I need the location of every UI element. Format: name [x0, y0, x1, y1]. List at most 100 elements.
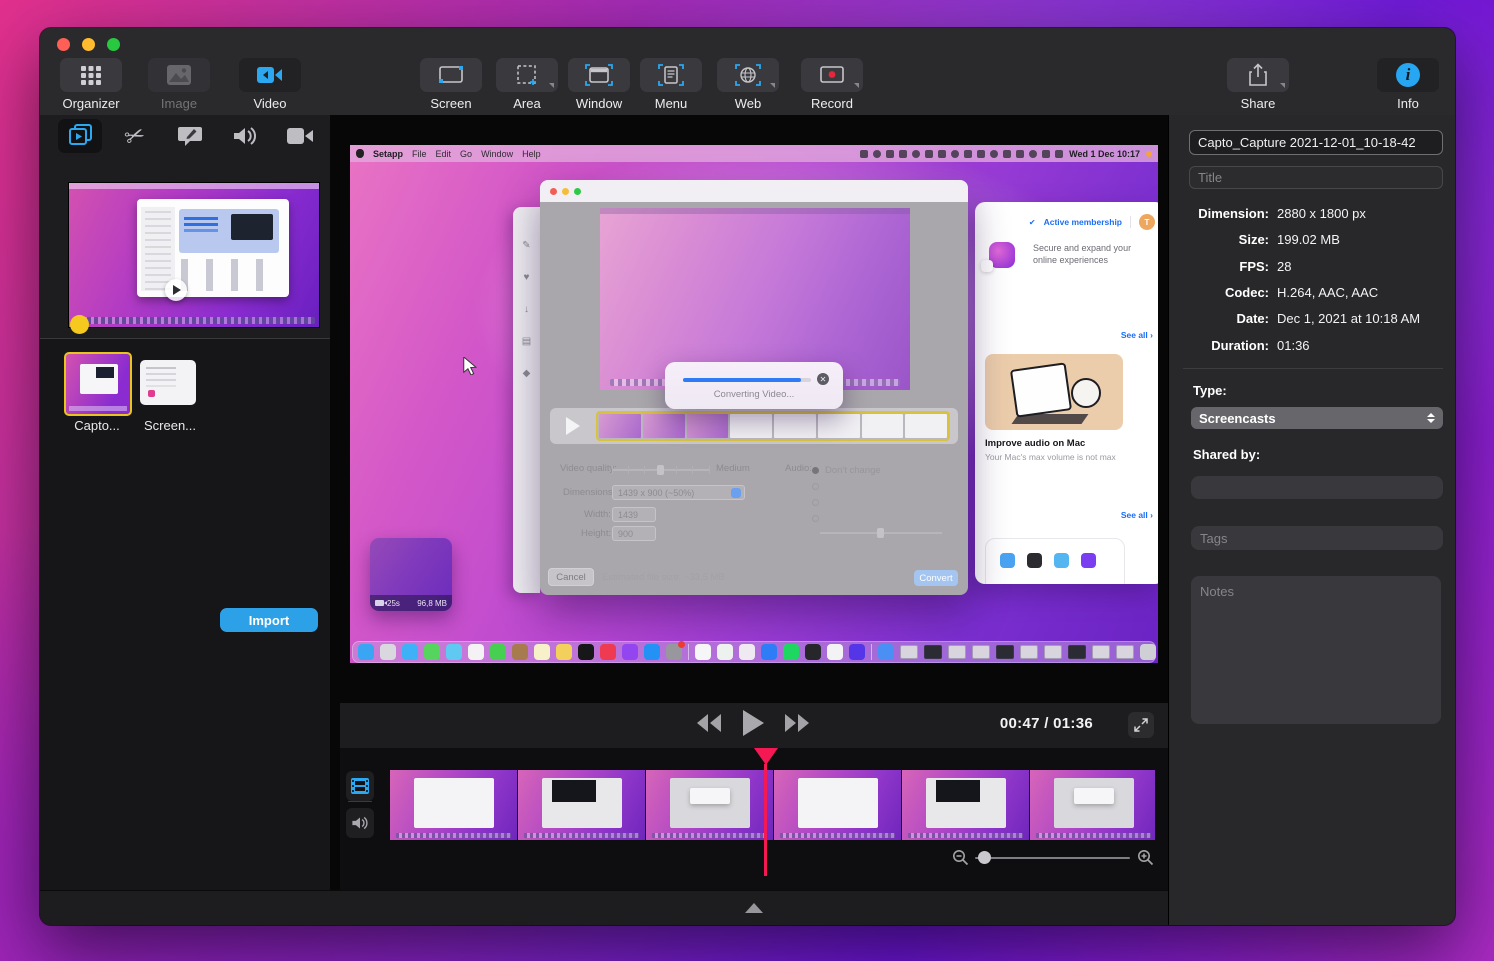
dock-icon-launchpad[interactable] [380, 644, 396, 660]
dock-minimized-window[interactable] [948, 645, 966, 659]
dock-icon-podcasts[interactable] [622, 644, 638, 660]
fullscreen-button[interactable] [1128, 712, 1154, 738]
dock-icon-downloads[interactable] [878, 644, 894, 660]
title-field[interactable] [1189, 166, 1443, 189]
shared-by-field[interactable] [1191, 476, 1443, 499]
dock-icon-chrome[interactable] [717, 644, 733, 660]
avatar[interactable]: T [1139, 214, 1155, 230]
menubar-menu-window[interactable]: Window [481, 149, 513, 159]
capture-web-button[interactable]: Web [717, 58, 779, 111]
quality-slider-knob[interactable] [657, 465, 664, 475]
audio-option-radio[interactable]: Don't change [812, 462, 895, 478]
notes-field[interactable] [1191, 576, 1441, 724]
zoom-in-icon[interactable] [1137, 849, 1154, 871]
audio-tab[interactable] [223, 119, 267, 153]
annotate-tab[interactable] [168, 119, 212, 153]
minimize-window-button[interactable] [82, 38, 95, 51]
width-field[interactable]: 1439 [612, 507, 656, 522]
timeline-frame[interactable] [518, 770, 645, 840]
capture-menu-button[interactable]: Menu [640, 58, 702, 111]
dock-minimized-window[interactable] [900, 645, 918, 659]
active-membership-link[interactable]: Active membership [1044, 217, 1122, 227]
volume-slider-knob[interactable] [877, 528, 884, 538]
see-all-link-2[interactable]: See all › [1121, 510, 1153, 520]
zoom-out-icon[interactable] [952, 849, 969, 871]
video-library-tab[interactable] [58, 119, 102, 153]
capture-area-button[interactable]: Area [496, 58, 558, 111]
expand-timeline-button[interactable] [745, 903, 763, 913]
file-item-screen[interactable] [140, 360, 196, 405]
camera-tab[interactable] [278, 119, 322, 153]
play-button[interactable] [741, 709, 765, 742]
convert-button[interactable]: Convert [914, 570, 958, 586]
dock-icon-spotify[interactable] [783, 644, 799, 660]
dock-icon-system-preferences[interactable] [666, 644, 682, 660]
timeline-frame[interactable] [646, 770, 773, 840]
dock-minimized-window[interactable] [1092, 645, 1110, 659]
dock-minimized-window[interactable] [972, 645, 990, 659]
audio-tip-card[interactable] [985, 354, 1123, 430]
dock-minimized-window[interactable] [996, 645, 1014, 659]
trim-scissors-tab[interactable]: ✂ [113, 119, 157, 153]
record-button[interactable]: Record [801, 58, 863, 111]
rewind-button[interactable] [695, 712, 723, 739]
tab-video[interactable]: Video [239, 58, 301, 111]
tab-organizer[interactable]: Organizer [60, 58, 122, 111]
capture-window-button[interactable]: Window [568, 58, 630, 111]
dock-icon-slack[interactable] [739, 644, 755, 660]
dock-icon-maps[interactable] [446, 644, 462, 660]
dock-icon-capto[interactable] [849, 644, 865, 660]
cancel-conversion-button[interactable]: ✕ [817, 373, 829, 385]
dock-icon-facetime[interactable] [490, 644, 506, 660]
playhead-handle[interactable] [754, 748, 778, 765]
dock-minimized-window[interactable] [1068, 645, 1086, 659]
dock-icon-app-store[interactable] [644, 644, 660, 660]
height-field[interactable]: 900 [612, 526, 656, 541]
file-item-capto[interactable] [64, 352, 132, 416]
dock-icon-zoom[interactable] [761, 644, 777, 660]
cancel-button[interactable]: Cancel [548, 568, 594, 586]
dock-minimized-window[interactable] [1116, 645, 1134, 659]
filename-field[interactable] [1189, 130, 1443, 155]
fast-forward-button[interactable] [783, 712, 811, 739]
recorded-clip-thumbnail[interactable]: 25s 96,8 MB [370, 538, 452, 611]
dock-icon-photos[interactable] [468, 644, 484, 660]
share-button[interactable]: Share [1227, 58, 1289, 111]
dock-minimized-window[interactable] [924, 645, 942, 659]
timeline-frame[interactable] [390, 770, 517, 840]
menubar-menu-edit[interactable]: Edit [436, 149, 452, 159]
type-select[interactable]: Screencasts [1191, 407, 1443, 429]
dock-icon-apple-tv[interactable] [578, 644, 594, 660]
volume-slider[interactable] [820, 532, 942, 534]
audio-option-radio[interactable]: Convert to mono [812, 478, 895, 494]
dock-icon-calendar[interactable] [695, 644, 711, 660]
audio-option-radio[interactable]: Mute [812, 494, 895, 510]
menubar-menu-file[interactable]: File [412, 149, 427, 159]
timeline-thumbnails[interactable] [390, 770, 1155, 840]
zoom-slider-knob[interactable] [978, 851, 991, 864]
dock-minimized-window[interactable] [1020, 645, 1038, 659]
dock-icon-messages[interactable] [424, 644, 440, 660]
timeline-frame[interactable] [774, 770, 901, 840]
tab-image[interactable]: Image [148, 58, 210, 111]
info-button[interactable]: i Info [1377, 58, 1439, 111]
dock-icon-trash[interactable] [1140, 644, 1156, 660]
selected-video-preview[interactable] [68, 182, 320, 328]
timeline-audio-track-toggle[interactable] [346, 808, 374, 838]
timeline-frame[interactable] [1030, 770, 1155, 840]
dock-minimized-window[interactable] [1044, 645, 1062, 659]
dimensions-select[interactable]: 1439 x 900 (~50%) [612, 485, 745, 500]
dock-icon-stats[interactable] [827, 644, 843, 660]
dock-icon-music[interactable] [600, 644, 616, 660]
dock-icon-notes[interactable] [534, 644, 550, 660]
menubar-menu-help[interactable]: Help [522, 149, 541, 159]
menubar-menu-go[interactable]: Go [460, 149, 472, 159]
timeline-frame[interactable] [902, 770, 1029, 840]
zoom-window-button[interactable] [107, 38, 120, 51]
dock-icon-timer[interactable] [805, 644, 821, 660]
close-window-button[interactable] [57, 38, 70, 51]
import-button[interactable]: Import [220, 608, 318, 632]
zoom-slider-track[interactable] [975, 857, 1130, 859]
dock-icon-finder[interactable] [358, 644, 374, 660]
dock-icon-files[interactable] [556, 644, 572, 660]
